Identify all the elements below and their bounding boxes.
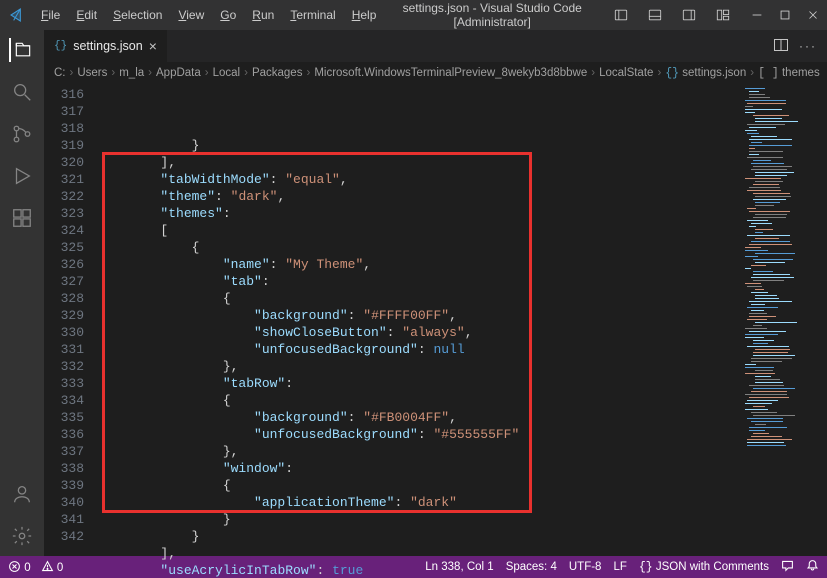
warnings-count[interactable]: 0 [41, 560, 64, 574]
accounts-icon[interactable] [10, 482, 34, 506]
menu-terminal[interactable]: Terminal [283, 0, 342, 30]
code-line[interactable]: ], [98, 154, 741, 171]
chevron-right-icon: › [205, 67, 209, 79]
menu-bar: FileEditSelectionViewGoRunTerminalHelp [34, 0, 383, 30]
split-editor-icon[interactable] [773, 37, 789, 56]
code-line[interactable]: "tabRow": [98, 375, 741, 392]
code-line[interactable]: "window": [98, 460, 741, 477]
code-line[interactable]: ], [98, 545, 741, 562]
code-line[interactable]: "applicationTheme": "dark" [98, 494, 741, 511]
menu-edit[interactable]: Edit [69, 0, 104, 30]
menu-help[interactable]: Help [345, 0, 384, 30]
chevron-right-icon: › [70, 67, 74, 79]
code-line[interactable]: "useAcrylicInTabRow": true [98, 562, 741, 578]
source-control-icon[interactable] [10, 122, 34, 146]
errors-count[interactable]: 0 [8, 560, 31, 574]
titlebar: FileEditSelectionViewGoRunTerminalHelp s… [0, 0, 827, 30]
chevron-right-icon: › [591, 67, 595, 79]
tab-bar: {} settings.json × ··· [44, 30, 827, 62]
maximize-button[interactable] [771, 0, 799, 30]
activity-bar [0, 30, 44, 556]
code-line[interactable]: } [98, 137, 741, 154]
code-line[interactable]: "background": "#FB0004FF", [98, 409, 741, 426]
more-actions-icon[interactable]: ··· [799, 39, 817, 53]
code-line[interactable]: "unfocusedBackground": "#555555FF" [98, 426, 741, 443]
breadcrumb-part[interactable]: LocalState [599, 67, 653, 79]
toggle-panel-bottom-icon[interactable] [641, 0, 669, 30]
notifications-icon[interactable] [806, 559, 819, 575]
code-line[interactable]: "themes": [98, 205, 741, 222]
breadcrumb-part[interactable]: Packages [252, 67, 303, 79]
code-line[interactable]: { [98, 392, 741, 409]
code-line[interactable]: "background": "#FFFF00FF", [98, 307, 741, 324]
breadcrumb-part[interactable]: AppData [156, 67, 201, 79]
breadcrumb-part[interactable]: Microsoft.WindowsTerminalPreview_8wekyb3… [314, 67, 587, 79]
menu-run[interactable]: Run [245, 0, 281, 30]
toggle-panel-right-icon[interactable] [675, 0, 703, 30]
window-controls [743, 0, 827, 30]
minimize-button[interactable] [743, 0, 771, 30]
breadcrumb-node[interactable]: [ ] themes [758, 67, 820, 80]
code-line[interactable]: }, [98, 358, 741, 375]
feedback-icon[interactable] [781, 559, 794, 575]
tab-close-icon[interactable]: × [149, 39, 157, 53]
code-line[interactable]: }, [98, 443, 741, 460]
breadcrumb-part[interactable]: m_la [119, 67, 144, 79]
code-line[interactable]: "tabWidthMode": "equal", [98, 171, 741, 188]
code-line[interactable]: { [98, 239, 741, 256]
menu-selection[interactable]: Selection [106, 0, 169, 30]
code-line[interactable]: { [98, 477, 741, 494]
run-debug-icon[interactable] [10, 164, 34, 188]
code-editor[interactable]: } ], "tabWidthMode": "equal", "theme": "… [98, 84, 741, 556]
chevron-right-icon: › [111, 67, 115, 79]
close-button[interactable] [799, 0, 827, 30]
code-line[interactable]: } [98, 528, 741, 545]
chevron-right-icon: › [306, 67, 310, 79]
breadcrumb[interactable]: C: › Users › m_la › AppData › Local › Pa… [44, 62, 827, 84]
chevron-right-icon: › [148, 67, 152, 79]
vscode-logo-icon [0, 7, 34, 23]
minimap[interactable] [741, 84, 827, 556]
code-line[interactable]: "unfocusedBackground": null [98, 341, 741, 358]
tab-settings-json[interactable]: {} settings.json × [44, 30, 168, 62]
breadcrumb-file[interactable]: {} settings.json [665, 67, 746, 80]
menu-view[interactable]: View [171, 0, 211, 30]
search-icon[interactable] [10, 80, 34, 104]
breadcrumb-part[interactable]: Local [213, 67, 241, 79]
menu-go[interactable]: Go [213, 0, 243, 30]
code-line[interactable]: "name": "My Theme", [98, 256, 741, 273]
menu-file[interactable]: File [34, 0, 67, 30]
chevron-right-icon: › [657, 67, 661, 79]
customize-layout-icon[interactable] [709, 0, 737, 30]
chevron-right-icon: › [750, 67, 754, 79]
json-file-icon: {} [54, 40, 67, 52]
breadcrumb-part[interactable]: Users [77, 67, 107, 79]
code-line[interactable]: [ [98, 222, 741, 239]
window-title: settings.json - Visual Studio Code [Admi… [383, 1, 601, 29]
code-line[interactable]: "tab": [98, 273, 741, 290]
tab-filename: settings.json [73, 39, 142, 53]
toggle-panel-left-icon[interactable] [607, 0, 635, 30]
code-line[interactable]: "theme": "dark", [98, 188, 741, 205]
settings-gear-icon[interactable] [10, 524, 34, 548]
code-line[interactable]: "showCloseButton": "always", [98, 324, 741, 341]
code-line[interactable]: } [98, 511, 741, 528]
extensions-icon[interactable] [10, 206, 34, 230]
chevron-right-icon: › [244, 67, 248, 79]
layout-controls [601, 0, 743, 30]
breadcrumb-part[interactable]: C: [54, 67, 66, 79]
explorer-icon[interactable] [9, 38, 33, 62]
code-line[interactable]: { [98, 290, 741, 307]
line-gutter: 3163173183193203213223233243253263273283… [44, 84, 98, 556]
